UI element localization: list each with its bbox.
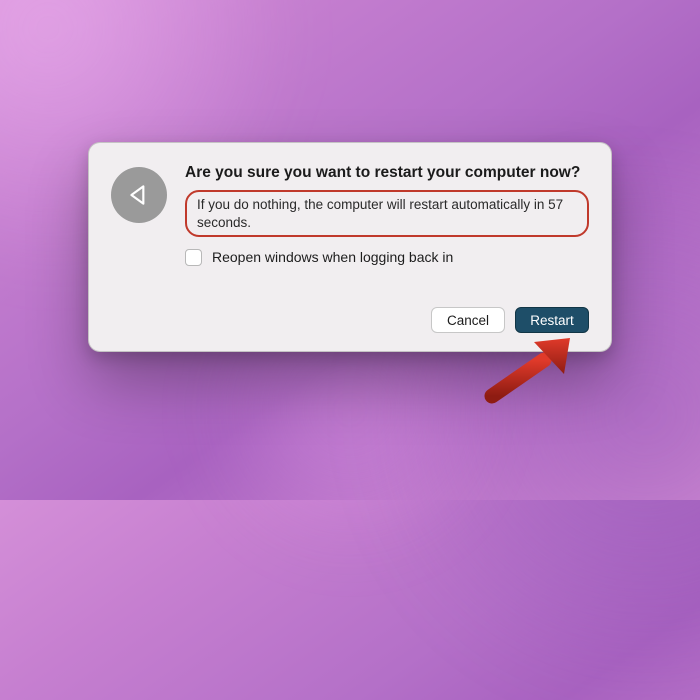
- reopen-windows-checkbox[interactable]: [185, 249, 202, 266]
- annotation-highlight-box: If you do nothing, the computer will res…: [185, 190, 589, 237]
- dialog-title: Are you sure you want to restart your co…: [185, 163, 589, 182]
- reopen-windows-label: Reopen windows when logging back in: [212, 249, 453, 265]
- dialog-button-row: Cancel Restart: [185, 307, 589, 333]
- restart-confirmation-dialog: Are you sure you want to restart your co…: [88, 142, 612, 352]
- dialog-content: Are you sure you want to restart your co…: [185, 163, 589, 333]
- restart-button[interactable]: Restart: [515, 307, 589, 333]
- restart-icon: [111, 167, 167, 223]
- dialog-message: If you do nothing, the computer will res…: [197, 196, 577, 231]
- reopen-windows-option[interactable]: Reopen windows when logging back in: [185, 249, 589, 266]
- cancel-button[interactable]: Cancel: [431, 307, 505, 333]
- dialog-icon-column: [111, 163, 167, 333]
- triangle-left-icon: [126, 182, 152, 208]
